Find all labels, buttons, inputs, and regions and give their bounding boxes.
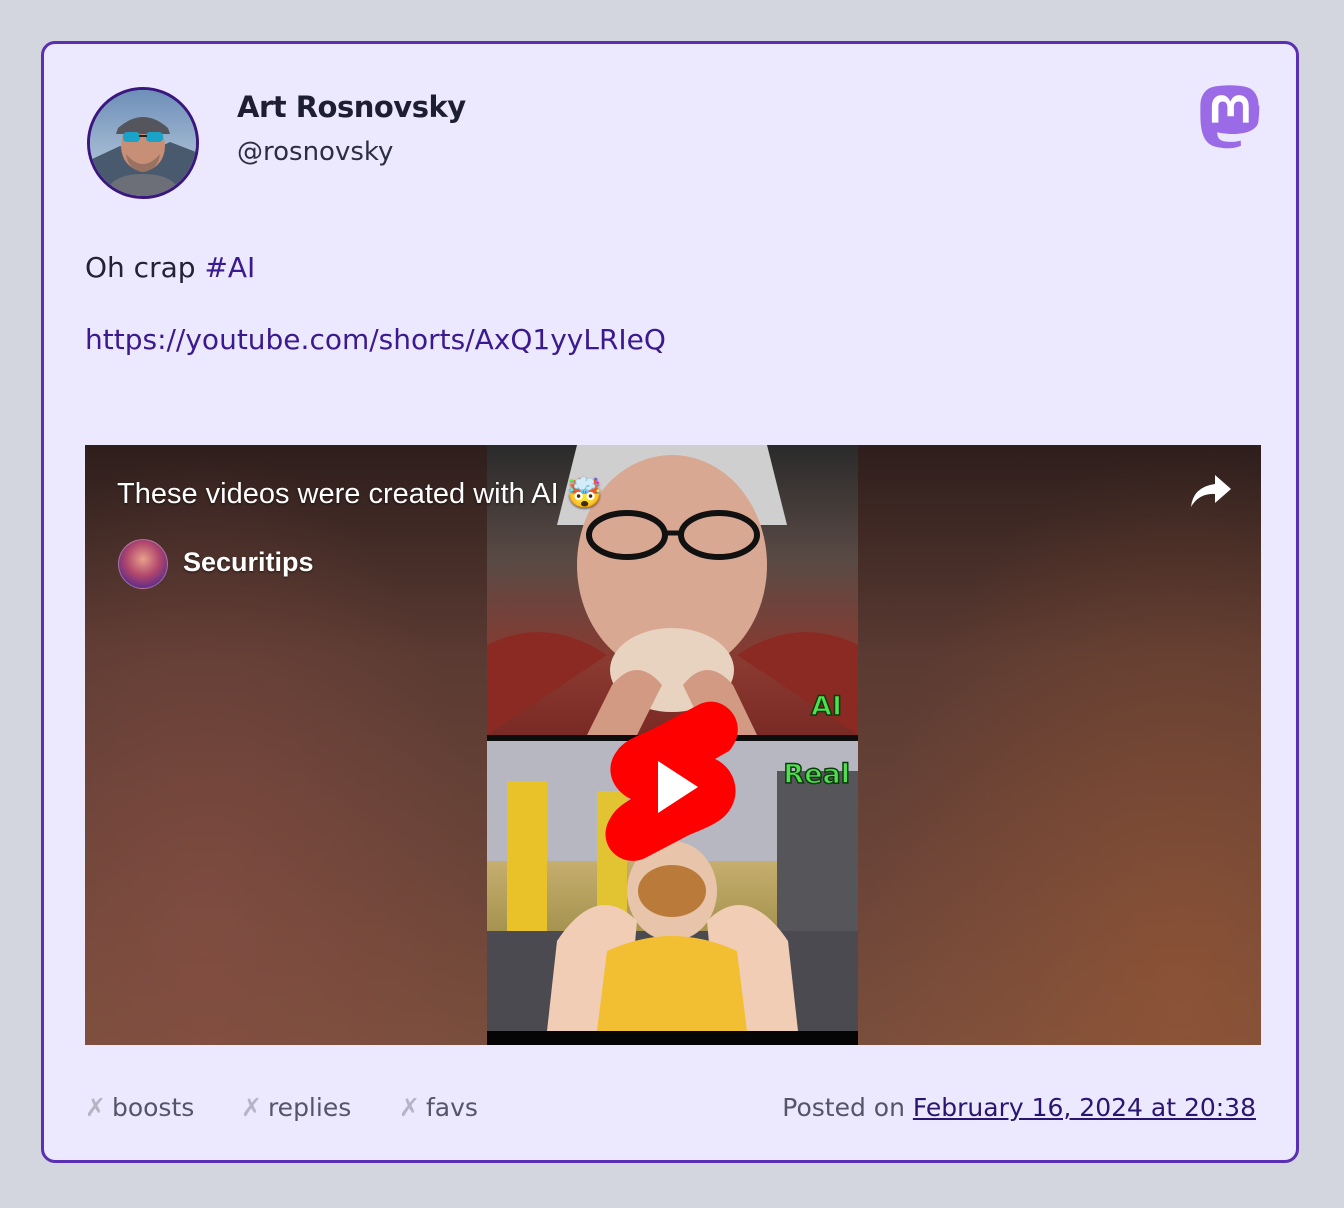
author-avatar[interactable]: [87, 87, 199, 199]
favs-label: favs: [425, 1093, 478, 1122]
replies-label: replies: [267, 1093, 352, 1122]
posted-timestamp: Posted on February 16, 2024 at 20:38: [782, 1093, 1256, 1122]
video-title[interactable]: These videos were created with AI 🤯: [117, 477, 603, 511]
embed-background-right: [858, 445, 1261, 1045]
replies-stat[interactable]: ✗ replies: [241, 1093, 351, 1122]
replies-mark-icon: ✗: [241, 1093, 262, 1122]
share-arrow-icon[interactable]: [1189, 471, 1233, 511]
hashtag-link[interactable]: #AI: [204, 251, 255, 284]
author-name[interactable]: Art Rosnovsky: [237, 90, 466, 124]
posted-date-link[interactable]: February 16, 2024 at 20:38: [913, 1093, 1256, 1122]
channel-name[interactable]: Securitips: [183, 547, 314, 578]
post-card: Art Rosnovsky @rosnovsky Oh crap #AI htt…: [41, 41, 1299, 1163]
embed-background-left: [85, 445, 487, 1045]
favs-stat[interactable]: ✗ favs: [399, 1093, 478, 1122]
favs-mark-icon: ✗: [399, 1093, 420, 1122]
mastodon-logo-icon[interactable]: [1198, 84, 1260, 150]
youtube-link[interactable]: https://youtube.com/shorts/AxQ1yyLRIeQ: [85, 323, 666, 356]
post-text: Oh crap #AI: [85, 251, 255, 284]
post-text-body: Oh crap: [85, 251, 205, 284]
youtube-embed[interactable]: AI Real These videos were created with A…: [85, 445, 1261, 1045]
author-handle[interactable]: @rosnovsky: [237, 137, 393, 167]
boosts-mark-icon: ✗: [85, 1093, 106, 1122]
avatar-photo: [90, 90, 196, 196]
posted-prefix: Posted on: [782, 1093, 913, 1122]
boosts-stat[interactable]: ✗ boosts: [85, 1093, 194, 1122]
boosts-label: boosts: [111, 1093, 195, 1122]
label-real: Real: [783, 758, 851, 791]
channel-avatar[interactable]: [118, 539, 168, 589]
youtube-shorts-play-icon[interactable]: [603, 695, 743, 881]
thumbnail-footer: [487, 1031, 858, 1045]
label-ai: AI: [810, 690, 842, 723]
